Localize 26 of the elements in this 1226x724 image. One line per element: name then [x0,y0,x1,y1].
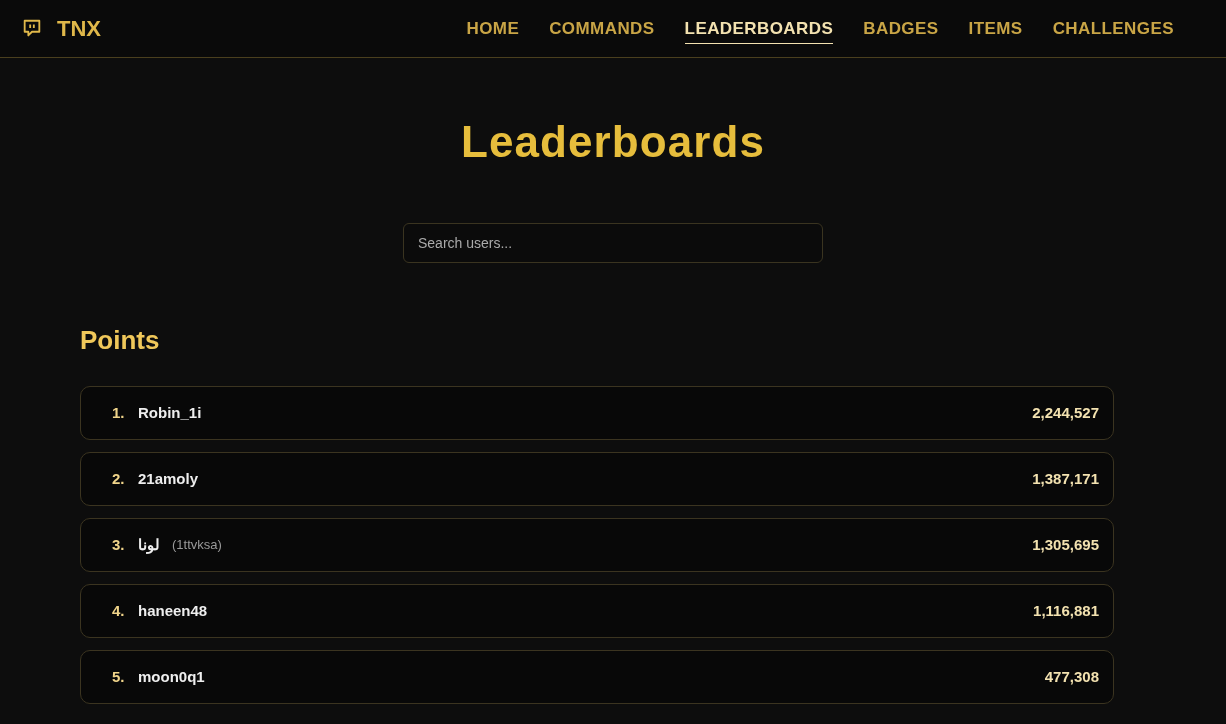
brand-logo-text[interactable]: TNX [57,12,101,45]
points-value: 1,305,695 [1032,534,1099,555]
search-field[interactable]: Search users... [403,223,823,263]
username: haneen48 [138,600,208,621]
nav-link[interactable]: COMMANDS [549,12,655,45]
section-title: Points [80,324,161,356]
nav-link[interactable]: HOME [466,12,520,45]
username: لونا [138,534,160,556]
page-title: Leaderboards [460,116,766,168]
points-value: 477,308 [1044,666,1099,687]
rank-number: 2. [112,468,126,489]
points-value: 1,387,171 [1032,468,1099,489]
nav-link[interactable]: ITEMS [968,12,1023,45]
username: 21amoly [138,468,199,489]
rank-number: 1. [112,402,126,423]
nav-link[interactable]: BADGES [863,12,939,45]
username: Robin_1i [138,402,202,423]
login-name: (1ttvksa) [172,536,222,555]
username: moon0q1 [138,666,205,687]
rank-number: 5. [112,666,126,687]
points-value: 1,116,881 [1033,600,1099,621]
rank-number: 3. [112,534,126,555]
rank-number: 4. [112,600,126,621]
points-value: 2,244,527 [1032,402,1099,423]
nav-link[interactable]: LEADERBOARDS [684,12,834,45]
nav-link[interactable]: CHALLENGES [1052,12,1174,45]
